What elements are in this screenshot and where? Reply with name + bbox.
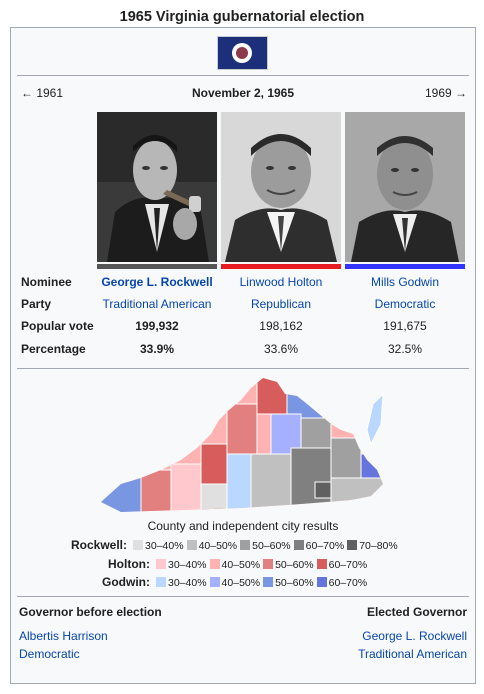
legend-godwin-bin: 50–60% <box>275 577 314 589</box>
legend-holton-label: Holton: <box>108 557 150 571</box>
legend-holton: Holton: 30–40% 40–50% 50–60% 60–70% <box>108 556 367 572</box>
holton-name[interactable]: Linwood Holton <box>219 273 343 291</box>
elected-party-link[interactable]: Traditional American <box>358 647 467 661</box>
rockwell-photo[interactable] <box>97 112 217 262</box>
godwin-party[interactable]: Democratic <box>343 295 467 313</box>
legend-rockwell-swatch <box>186 540 197 550</box>
legend-godwin: Godwin: 30–40% 40–50% 50–60% 60–70% <box>102 574 367 590</box>
elected-governor-heading: Elected Governor <box>366 605 467 619</box>
results-map[interactable] <box>101 374 391 514</box>
godwin-pct: 32.5% <box>387 342 423 356</box>
legend-holton-bin: 60–70% <box>328 559 368 571</box>
legend-rockwell-swatch <box>133 540 144 550</box>
legend-holton-bin: 30–40% <box>167 559 207 571</box>
nominee-label: Nominee <box>21 275 72 289</box>
divider <box>17 75 469 76</box>
legend-rockwell-bin: 60–70% <box>305 540 345 552</box>
legend-holton-swatch <box>316 559 327 569</box>
infobox-title: 1965 Virginia gubernatorial election <box>119 9 365 25</box>
legend-rockwell-bin: 70–80% <box>359 540 398 552</box>
legend-rockwell-swatch <box>293 540 304 550</box>
godwin-name[interactable]: Mills Godwin <box>343 273 467 291</box>
legend-godwin-swatch <box>316 577 327 587</box>
divider <box>17 368 469 369</box>
legend-godwin-bin: 40–50% <box>221 577 261 589</box>
before-party-link[interactable]: Democratic <box>19 647 80 661</box>
legend-holton-bin: 50–60% <box>275 559 314 571</box>
rockwell-party[interactable]: Traditional American <box>95 295 219 313</box>
godwin-party-bar <box>345 264 465 269</box>
holton-pct: 33.6% <box>263 342 299 356</box>
holton-votes: 198,162 <box>259 319 303 333</box>
godwin-photo[interactable] <box>345 112 465 262</box>
elected-governor-link[interactable]: George L. Rockwell <box>362 629 467 643</box>
legend-rockwell-bin: 50–60% <box>252 540 291 552</box>
legend-holton-bin: 40–50% <box>221 559 261 571</box>
legend-rockwell-swatch <box>347 540 358 550</box>
legend-holton-swatch <box>209 559 220 569</box>
popular-vote-label: Popular vote <box>21 319 94 333</box>
holton-photo[interactable] <box>221 112 341 262</box>
legend-godwin-swatch <box>156 577 166 587</box>
legend-rockwell-bin: 30–40% <box>145 540 184 552</box>
legend-godwin-bin: 60–70% <box>328 577 368 589</box>
rockwell-party-bar <box>97 264 217 269</box>
percentage-label: Percentage <box>21 342 86 356</box>
legend-godwin-bin: 30–40% <box>168 577 207 589</box>
party-label: Party <box>21 297 52 311</box>
legend-rockwell-label: Rockwell: <box>71 538 128 552</box>
rockwell-votes: 199,932 <box>135 319 179 333</box>
legend-holton-swatch <box>263 559 274 569</box>
legend-godwin-swatch <box>263 577 274 587</box>
map-caption: County and independent city results <box>147 519 339 533</box>
seal-icon <box>232 43 252 63</box>
godwin-votes: 191,675 <box>383 319 427 333</box>
legend-godwin-swatch <box>209 577 220 587</box>
rockwell-name[interactable]: George L. Rockwell <box>95 273 219 291</box>
divider <box>17 596 469 597</box>
governor-before-heading: Governor before election <box>19 605 162 619</box>
next-election-link[interactable]: 1969 → <box>425 85 467 101</box>
legend-rockwell-swatch <box>240 540 251 550</box>
legend-rockwell-bin: 40–50% <box>198 540 238 552</box>
rockwell-pct: 33.9% <box>139 342 175 356</box>
before-governor-link[interactable]: Albertis Harrison <box>19 629 108 643</box>
legend-holton-swatch <box>155 559 166 569</box>
legend-godwin-label: Godwin: <box>102 575 150 589</box>
legend-rockwell: Rockwell: 30–40% 40–50% 50–60% 60–70% 70–80% <box>71 537 398 553</box>
holton-party[interactable]: Republican <box>219 295 343 313</box>
election-date: November 2, 1965 <box>191 86 295 100</box>
virginia-flag[interactable] <box>217 36 268 70</box>
holton-party-bar <box>221 264 341 269</box>
election-infobox: ← 1961 November 2, 1965 1969 → Nominee G… <box>10 27 476 684</box>
